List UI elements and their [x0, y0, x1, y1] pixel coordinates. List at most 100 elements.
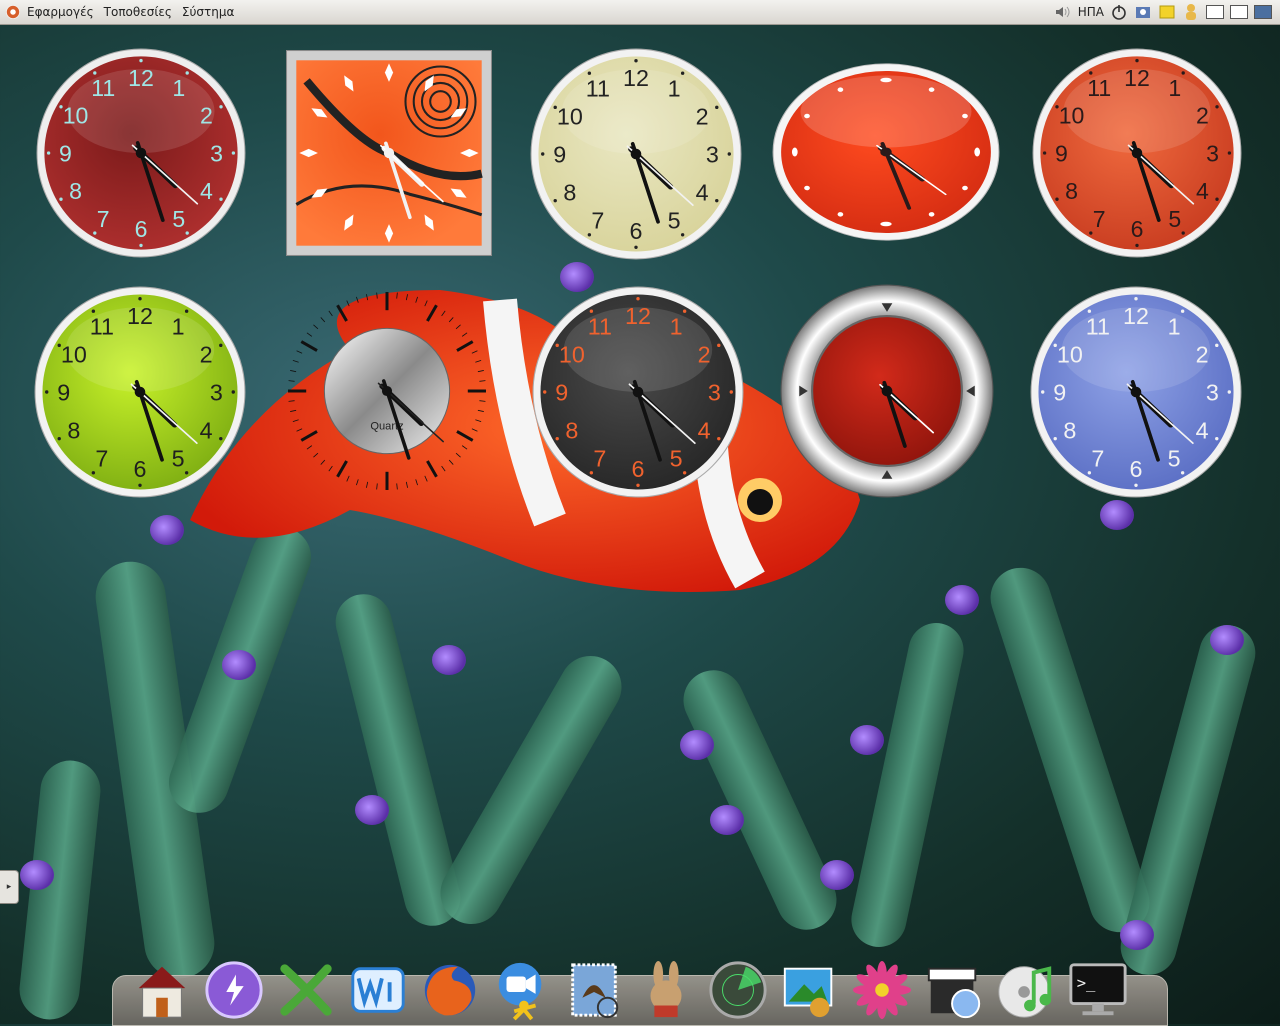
clock-red-dark[interactable]: 1 2 3 4 5 6 7 8 9 10 11 12: [36, 48, 246, 258]
clock-quartz[interactable]: Quartz: [286, 290, 488, 492]
clock-red-oval[interactable]: [772, 62, 1000, 242]
clock-chrome-red[interactable]: [780, 284, 994, 498]
top-panel: Εφαρμογές Τοποθεσίες Σύστημα ΗΠΑ: [0, 0, 1280, 25]
clock-numeral: 12: [127, 303, 153, 329]
clock-numeral: 4: [200, 418, 213, 444]
keyboard-layout-indicator[interactable]: ΗΠΑ: [1078, 5, 1104, 19]
clock-pivot: [134, 386, 146, 398]
workspace-2[interactable]: [1230, 5, 1248, 19]
clock-numeral: 2: [200, 103, 213, 129]
clock-pivot: [383, 147, 395, 159]
clock-numeral: 3: [708, 379, 721, 405]
clock-numeral: 5: [172, 446, 185, 472]
clock-salmon[interactable]: 1 2 3 4 5 6 7 8 9 10 11 12: [1032, 48, 1242, 258]
clock-numeral: 4: [696, 180, 709, 206]
volume-icon[interactable]: [1054, 4, 1072, 20]
workspace-1[interactable]: [1206, 5, 1224, 19]
clock-numeral: 10: [1057, 341, 1083, 367]
clock-numeral: 12: [625, 303, 651, 329]
clock-numeral: 12: [1123, 303, 1149, 329]
panel-expand-handle[interactable]: ▸: [0, 870, 19, 904]
clock-blue[interactable]: 1 2 3 4 5 6 7 8 9 10 11 12: [1030, 286, 1242, 498]
clock-numeral: 10: [1059, 103, 1085, 129]
clock-cream[interactable]: 1 2 3 4 5 6 7 8 9 10 11 12: [530, 48, 742, 260]
clock-numeral: 10: [63, 103, 89, 129]
clock-numeral: 1: [1168, 75, 1181, 101]
clock-numeral: 4: [200, 178, 213, 204]
notes-icon[interactable]: [1158, 4, 1176, 20]
power-icon[interactable]: [1110, 4, 1128, 20]
clock-numeral: 6: [134, 456, 147, 482]
clock-numeral: 5: [670, 446, 683, 472]
clock-numeral: 9: [553, 141, 566, 167]
clock-numeral: 9: [1053, 379, 1066, 405]
clock-orange-square[interactable]: [286, 50, 492, 256]
clock-numeral: 1: [172, 75, 185, 101]
clock-pivot: [630, 148, 642, 160]
radar-icon[interactable]: [706, 958, 770, 1022]
clock-numeral: 11: [91, 75, 115, 101]
clock-numeral: 4: [698, 418, 711, 444]
clock-numeral: 4: [1196, 418, 1209, 444]
clock-dark[interactable]: 1 2 3 4 5 6 7 8 9 10 11 12: [532, 286, 744, 498]
terminal-icon[interactable]: >_: [1066, 958, 1130, 1022]
clock-numeral: 6: [1130, 456, 1143, 482]
clock-numeral: 2: [1196, 103, 1209, 129]
menu-places[interactable]: Τοποθεσίες: [99, 5, 177, 19]
ubuntu-logo-icon[interactable]: [6, 5, 20, 19]
purple-orb-icon[interactable]: [202, 958, 266, 1022]
menu-system[interactable]: Σύστημα: [177, 5, 240, 19]
clock-numeral: 6: [630, 218, 643, 244]
clock-numeral: 6: [1131, 216, 1144, 242]
user-icon[interactable]: [1182, 4, 1200, 20]
clock-numeral: 7: [1093, 206, 1106, 232]
clock-numeral: 10: [61, 341, 87, 367]
clock-numeral: 11: [90, 313, 114, 339]
clock-numeral: 9: [1055, 140, 1068, 166]
clock-numeral: 2: [200, 341, 213, 367]
clock-numeral: 6: [632, 456, 645, 482]
clock-numeral: 11: [1086, 313, 1110, 339]
clock-numeral: 8: [563, 180, 576, 206]
wi-blue-icon[interactable]: [346, 958, 410, 1022]
clock-numeral: 10: [559, 341, 585, 367]
clock-lime[interactable]: 1 2 3 4 5 6 7 8 9 10 11 12: [34, 286, 246, 498]
clock-numeral: 9: [59, 140, 72, 166]
clock-numeral: 5: [1168, 206, 1181, 232]
clock-numeral: 11: [588, 313, 612, 339]
clock-numeral: 3: [210, 140, 223, 166]
mail-stamp-icon[interactable]: [562, 958, 626, 1022]
clock-pivot: [881, 385, 893, 397]
clock-numeral: 1: [670, 313, 683, 339]
clock-pivot: [1130, 386, 1142, 398]
clock-numeral: 8: [1063, 418, 1076, 444]
clock-numeral: 7: [97, 206, 110, 232]
firefox-icon[interactable]: [418, 958, 482, 1022]
clock-numeral: 1: [668, 75, 681, 101]
clock-numeral: 11: [586, 75, 610, 101]
dock: >_: [130, 950, 1150, 1022]
puzzle-icon[interactable]: [1134, 4, 1152, 20]
clock-numeral: 11: [1087, 75, 1111, 101]
movie-clapper-icon[interactable]: [922, 958, 986, 1022]
green-x-icon[interactable]: [274, 958, 338, 1022]
clock-numeral: 7: [1091, 446, 1104, 472]
menu-applications[interactable]: Εφαρμογές: [22, 5, 99, 19]
clock-numeral: 1: [1168, 313, 1181, 339]
flower-icon[interactable]: [850, 958, 914, 1022]
clock-pivot: [135, 147, 147, 159]
clock-numeral: 8: [69, 178, 82, 204]
clock-numeral: 5: [172, 206, 185, 232]
workspace-3[interactable]: [1254, 5, 1272, 19]
clock-numeral: 8: [565, 418, 578, 444]
bunny-icon[interactable]: [634, 958, 698, 1022]
clock-numeral: 8: [67, 418, 80, 444]
image-editor-icon[interactable]: [778, 958, 842, 1022]
video-chat-icon[interactable]: [490, 958, 554, 1022]
clock-numeral: 9: [57, 379, 70, 405]
music-disc-icon[interactable]: [994, 958, 1058, 1022]
panel-tray: ΗΠΑ: [1054, 4, 1280, 20]
clock-numeral: 9: [555, 379, 568, 405]
clock-numeral: 4: [1196, 178, 1209, 204]
home-folder-icon[interactable]: [130, 958, 194, 1022]
